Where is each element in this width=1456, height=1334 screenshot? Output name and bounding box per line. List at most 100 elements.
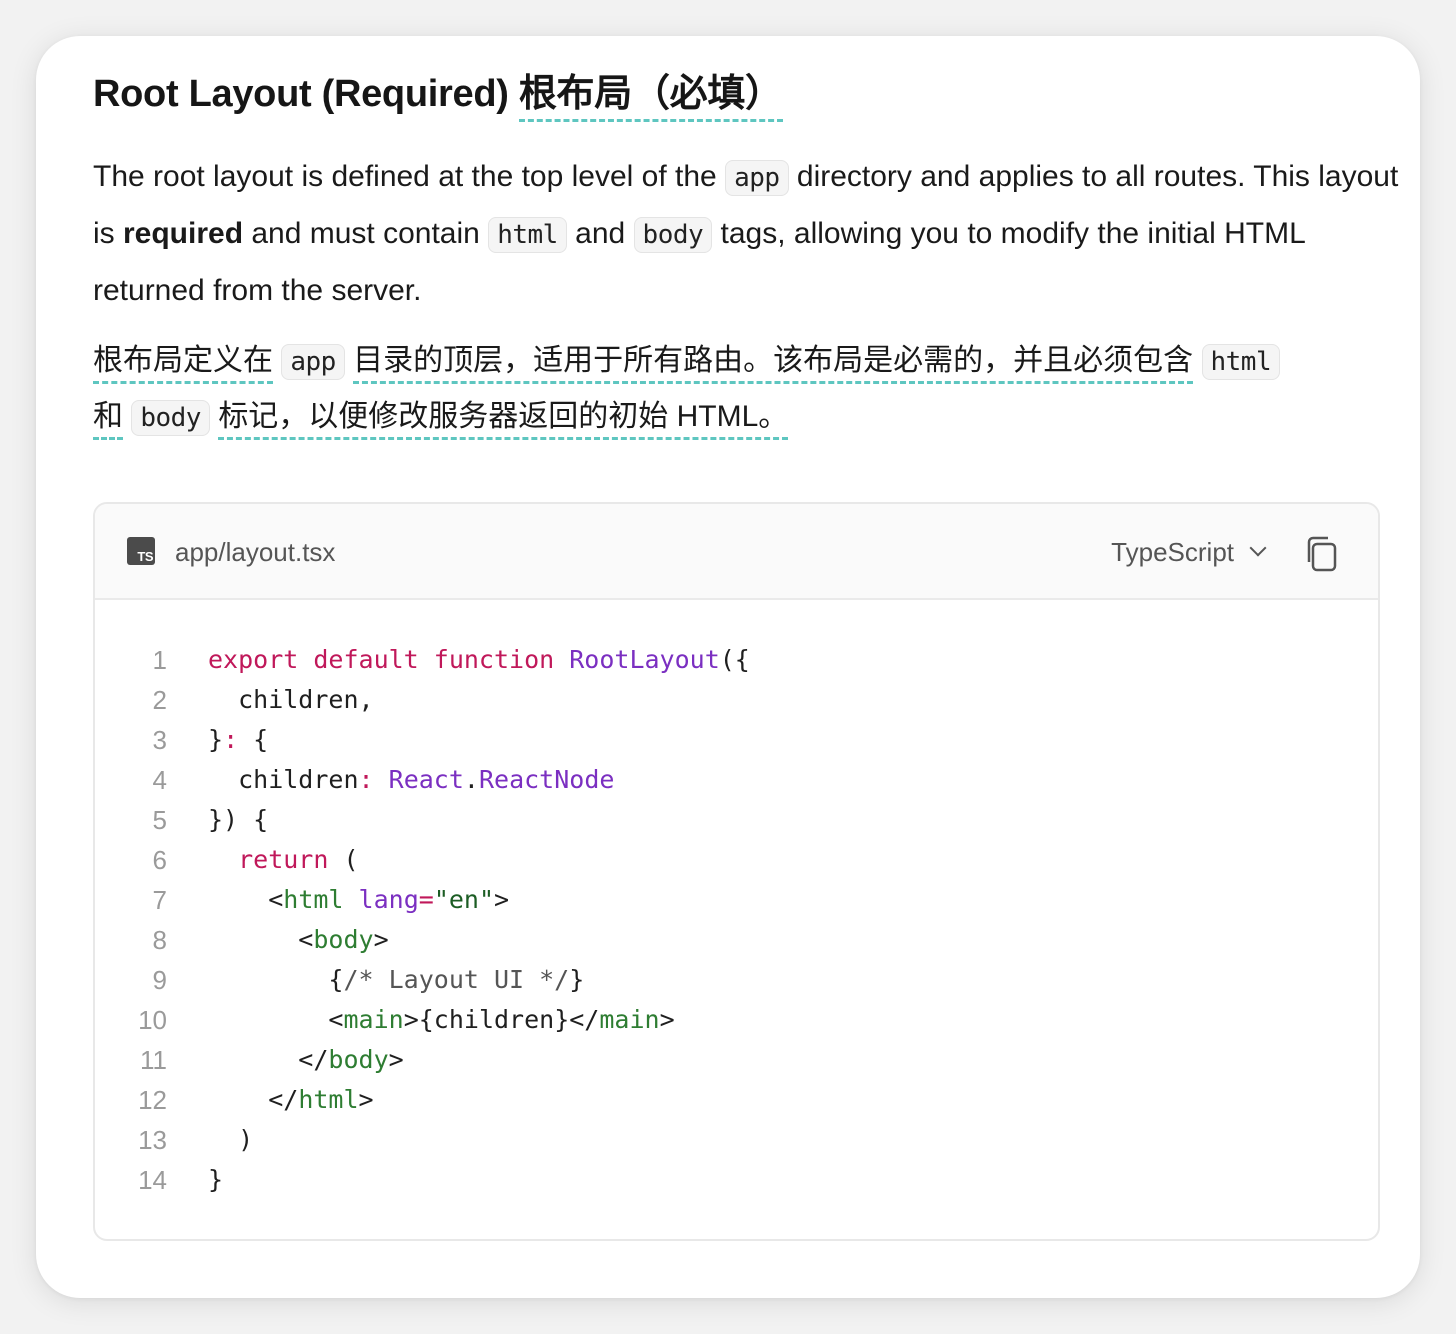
line-number: 7	[152, 885, 167, 915]
title-zh-translation[interactable]: 根布局（必填）	[518, 73, 783, 122]
code-token: >	[494, 885, 510, 914]
code-token: }	[569, 965, 585, 994]
line-code: export default function RootLayout({	[208, 640, 750, 680]
code-token: (	[328, 845, 359, 874]
code-token: html	[298, 1085, 359, 1114]
code-token: export default function	[208, 645, 570, 674]
inline-code-body: body	[131, 400, 210, 436]
line-code: <body>	[208, 920, 389, 960]
code-token: "en"	[433, 885, 495, 914]
code-token: =	[418, 885, 434, 914]
inline-code-html: html	[488, 217, 567, 253]
code-token: ({	[719, 645, 750, 674]
code-token: <	[208, 1005, 344, 1034]
code-line: 4 children: React.ReactNode	[95, 760, 1378, 800]
code-token: :	[223, 725, 239, 754]
code-line: 6 return (	[95, 840, 1378, 880]
code-token: main	[343, 1005, 404, 1034]
code-token: </	[208, 1045, 329, 1074]
code-token: }	[208, 725, 224, 754]
code-token: children,	[208, 685, 374, 714]
line-code: children: React.ReactNode	[208, 760, 614, 800]
line-code: </html>	[208, 1080, 374, 1120]
line-code: )	[208, 1120, 253, 1160]
code-line: 5 }) {	[95, 800, 1378, 840]
code-token: children	[208, 765, 359, 794]
code-token: }	[208, 1165, 224, 1194]
line-number: 11	[140, 1045, 167, 1075]
typescript-file-icon: TS	[127, 537, 155, 565]
code-token: >{children}</	[403, 1005, 600, 1034]
code-token: ReactNode	[478, 765, 615, 794]
code-line: 11 </body>	[95, 1040, 1378, 1080]
code-token: main	[599, 1005, 660, 1034]
code-line: 3}: {	[95, 720, 1378, 760]
text: The root layout is defined at the top le…	[93, 160, 726, 193]
code-line: 7 <html lang="en">	[95, 880, 1378, 920]
line-number: 2	[152, 685, 167, 715]
zh-line-2: 和 body 标记，以便修改服务器返回的初始 HTML。	[93, 389, 1403, 445]
line-code: }	[208, 1160, 223, 1200]
line-code: return (	[208, 840, 359, 880]
line-number: 6	[152, 845, 167, 875]
paragraph-en: The root layout is defined at the top le…	[93, 149, 1403, 319]
code-token: <	[208, 925, 314, 954]
copy-button[interactable]	[1304, 534, 1340, 574]
line-code: <main>{children}</main>	[208, 1000, 674, 1040]
line-code: children,	[208, 680, 374, 720]
inline-code-app: app	[281, 344, 345, 380]
code-filename: app/layout.tsx	[175, 537, 336, 567]
line-number: 9	[152, 965, 167, 995]
line-code: </body>	[208, 1040, 403, 1080]
text: 根布局定义在	[93, 344, 273, 384]
text: and must contain	[243, 217, 489, 250]
zh-line-1: 根布局定义在 app 目录的顶层，适用于所有路由。该布局是必需的，并且必须包含 …	[93, 333, 1403, 389]
code-token: return	[208, 845, 329, 874]
code-token: React	[388, 765, 464, 794]
text: and	[566, 217, 634, 250]
line-number: 8	[152, 925, 167, 955]
code-line: 1 export default function RootLayout({	[95, 640, 1378, 680]
code-line: 2 children,	[95, 680, 1378, 720]
code-token: /* Layout UI */	[343, 965, 570, 994]
text: 标记，以便修改服务器返回的初始 HTML。	[218, 400, 789, 440]
line-number: 12	[138, 1085, 167, 1115]
code-token: >	[373, 925, 389, 954]
code-line: 12 </html>	[95, 1080, 1378, 1120]
code-token: {	[208, 965, 344, 994]
title-en: Root Layout (Required)	[93, 73, 519, 115]
icon-label: TS	[137, 549, 153, 564]
text: 和	[93, 400, 123, 440]
line-number: 1	[152, 645, 167, 675]
copy-icon	[1307, 536, 1337, 572]
code-line: 13 )	[95, 1120, 1378, 1160]
text: 目录的顶层，适用于所有路由。该布局是必需的，并且必须包含	[353, 344, 1194, 384]
line-number: 14	[138, 1165, 167, 1195]
code-token: {	[238, 725, 269, 754]
line-number: 4	[152, 765, 167, 795]
code-token: >	[358, 1085, 374, 1114]
page-title: Root Layout (Required) 根布局（必填）	[93, 68, 783, 122]
line-number: 13	[138, 1125, 167, 1155]
code-token: <	[208, 885, 284, 914]
line-number: 5	[152, 805, 167, 835]
language-dropdown[interactable]: TypeScript	[1111, 532, 1267, 572]
code-content[interactable]: 1 export default function RootLayout({2 c…	[95, 640, 1378, 1200]
language-label: TypeScript	[1111, 537, 1234, 567]
line-code: }: {	[208, 720, 268, 760]
code-token: )	[208, 1125, 254, 1154]
code-line: 9 {/* Layout UI */}	[95, 960, 1378, 1000]
chevron-down-icon	[1249, 539, 1267, 557]
line-code: }) {	[208, 800, 268, 840]
code-line: 14}	[95, 1160, 1378, 1200]
code-token: }) {	[208, 805, 269, 834]
code-line: 10 <main>{children}</main>	[95, 1000, 1378, 1040]
line-code: {/* Layout UI */}	[208, 960, 584, 1000]
line-number: 10	[138, 1005, 167, 1035]
inline-code-app: app	[725, 160, 789, 196]
code-token: RootLayout	[569, 645, 720, 674]
paragraph-zh-translation[interactable]: 根布局定义在 app 目录的顶层，适用于所有路由。该布局是必需的，并且必须包含 …	[93, 333, 1403, 445]
code-token: .	[463, 765, 479, 794]
